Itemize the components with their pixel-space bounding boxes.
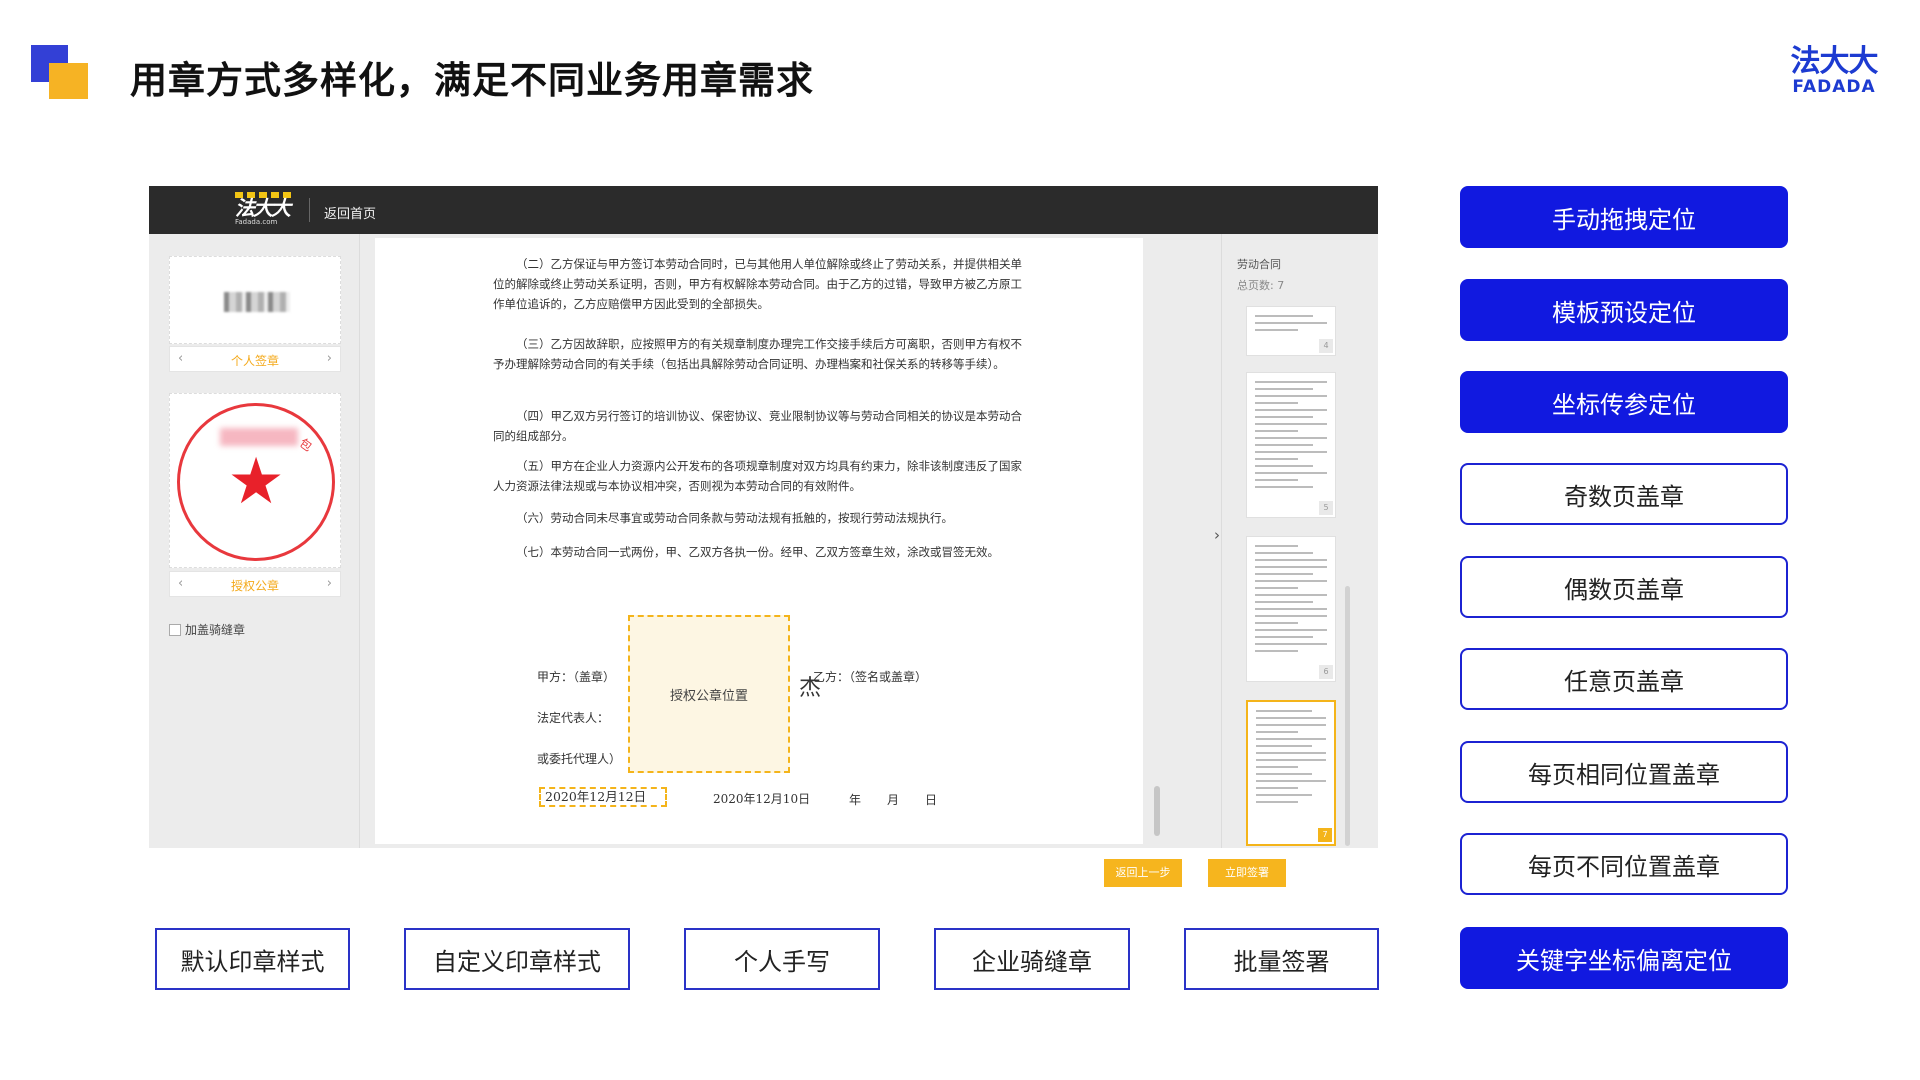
app-topbar: 法大大 Fadada.com 返回首页 xyxy=(149,186,1378,234)
party-b-label: 乙方：（签名或盖章） xyxy=(813,670,928,684)
authorized-seal-label: 授权公章 xyxy=(230,579,279,593)
blurred-signature xyxy=(224,292,290,312)
agent-label: 或委托代理人） xyxy=(537,752,622,766)
blank-date-month: 月 xyxy=(887,793,900,807)
contract-paragraph: （四）甲乙双方另行签订的培训协议、保密协议、竞业限制协议等与劳动合同相关的协议是… xyxy=(493,409,1022,443)
slide-title: 用章方式多样化，满足不同业务用章需求 xyxy=(130,59,814,102)
contract-document-page: （二）乙方保证与甲方签订本劳动合同时，已与其他用人单位解除或终止了劳动关系，并提… xyxy=(375,238,1143,844)
left-panel-divider xyxy=(359,234,360,848)
back-home-link[interactable]: 返回首页 xyxy=(324,203,376,222)
feature-default-seal-style: 默认印章样式 xyxy=(155,928,350,990)
page-thumbnail[interactable]: 5 xyxy=(1246,372,1336,518)
authorized-seal-drop-zone[interactable]: 授权公章位置 xyxy=(628,615,790,773)
blank-date-day: 日 xyxy=(925,793,938,807)
page-thumbnail[interactable]: 4 xyxy=(1246,306,1336,356)
document-name: 劳动合同 xyxy=(1237,258,1281,271)
next-seal-icon[interactable]: › xyxy=(327,576,332,591)
document-scrollbar[interactable] xyxy=(1154,786,1160,836)
feature-cross-page-seal: 企业骑缝章 xyxy=(934,928,1130,990)
thumbnail-page-number: 6 xyxy=(1319,665,1333,679)
authorized-seal-preview[interactable]: 包 ★ xyxy=(169,393,341,568)
option-different-position-each-page: 每页不同位置盖章 xyxy=(1460,833,1788,895)
total-pages: 总页数: 7 xyxy=(1237,277,1284,293)
app-logo-text: 法大大 xyxy=(235,196,291,220)
fadada-logo: 法大大 FADADA xyxy=(1784,44,1884,97)
party-b-date: 2020年12月10日 xyxy=(713,792,811,806)
seal-star-icon: ★ xyxy=(227,445,285,519)
app-logo[interactable]: 法大大 Fadada.com xyxy=(235,192,293,228)
option-same-position-each-page: 每页相同位置盖章 xyxy=(1460,741,1788,803)
feature-handwriting: 个人手写 xyxy=(684,928,880,990)
thumbnail-scrollbar[interactable] xyxy=(1345,586,1350,846)
legal-rep-label: 法定代表人： xyxy=(537,711,610,725)
option-coordinate-parameter-position: 坐标传参定位 xyxy=(1460,371,1788,433)
next-signature-icon[interactable]: › xyxy=(327,351,332,366)
party-a-label: 甲方：（盖章） xyxy=(537,670,616,684)
contract-paragraph: （七）本劳动合同一式两份，甲、乙双方各执一份。经甲、乙双方签章生效，涂改或冒签无… xyxy=(516,545,999,559)
total-pages-value: 7 xyxy=(1277,279,1285,292)
cross-page-seal-option[interactable]: 加盖骑缝章 xyxy=(169,621,245,638)
option-odd-page-seal: 奇数页盖章 xyxy=(1460,463,1788,525)
date-stamp-field[interactable]: 2020年12月12日 xyxy=(539,787,667,807)
brand-en: FADADA xyxy=(1792,77,1876,97)
brand-cn: 法大大 xyxy=(1790,44,1879,79)
option-keyword-offset-position: 关键字坐标偏离定位 xyxy=(1460,927,1788,989)
topbar-divider xyxy=(309,198,310,222)
signing-app-screenshot: 法大大 Fadada.com 返回首页 ‹ 个人签章 › 包 ★ ‹ 授权公章 … xyxy=(149,186,1378,848)
sign-now-button[interactable]: 立即签署 xyxy=(1208,859,1286,887)
option-even-page-seal: 偶数页盖章 xyxy=(1460,556,1788,618)
thumbnail-page-number: 5 xyxy=(1319,501,1333,515)
feature-custom-seal-style: 自定义印章样式 xyxy=(404,928,630,990)
seal-ring: 包 ★ xyxy=(177,403,335,561)
authorized-seal-switcher: ‹ 授权公章 › xyxy=(169,571,341,597)
collapse-panel-icon[interactable]: › xyxy=(1214,526,1232,544)
cross-page-seal-label: 加盖骑缝章 xyxy=(185,623,246,637)
total-pages-label: 总页数: xyxy=(1237,279,1274,292)
seal-position-label: 授权公章位置 xyxy=(669,688,748,704)
contract-paragraph: （三）乙方因故辞职，应按照甲方的有关规章制度办理完工作交接手续后方可离职，否则甲… xyxy=(493,337,1022,371)
thumbnail-page-number: 7 xyxy=(1318,828,1332,842)
page-thumbnail-active[interactable]: 7 xyxy=(1246,700,1336,846)
option-manual-drag-position: 手动拖拽定位 xyxy=(1460,186,1788,248)
contract-paragraph: （二）乙方保证与甲方签订本劳动合同时，已与其他用人单位解除或终止了劳动关系，并提… xyxy=(493,257,1022,311)
page-thumbnail[interactable]: 6 xyxy=(1246,536,1336,682)
personal-sign-switcher: ‹ 个人签章 › xyxy=(169,346,341,372)
feature-batch-signing: 批量签署 xyxy=(1184,928,1379,990)
option-template-preset-position: 模板预设定位 xyxy=(1460,279,1788,341)
personal-signature-preview[interactable] xyxy=(169,256,341,344)
blank-date-year: 年 xyxy=(849,793,862,807)
contract-paragraph: （五）甲方在企业人力资源内公开发布的各项规章制度对双方均具有约束力，除非该制度违… xyxy=(493,459,1022,493)
contract-paragraph: （六）劳动合同未尽事宜或劳动合同条款与劳动法规有抵触的，按现行劳动法规执行。 xyxy=(516,511,953,525)
cross-page-seal-checkbox[interactable] xyxy=(169,623,181,636)
thumbnail-page-number: 4 xyxy=(1319,339,1333,353)
decor-square-orange xyxy=(49,63,88,99)
personal-sign-label: 个人签章 xyxy=(230,354,279,368)
prev-step-button[interactable]: 返回上一步 xyxy=(1104,859,1182,887)
option-any-page-seal: 任意页盖章 xyxy=(1460,648,1788,710)
